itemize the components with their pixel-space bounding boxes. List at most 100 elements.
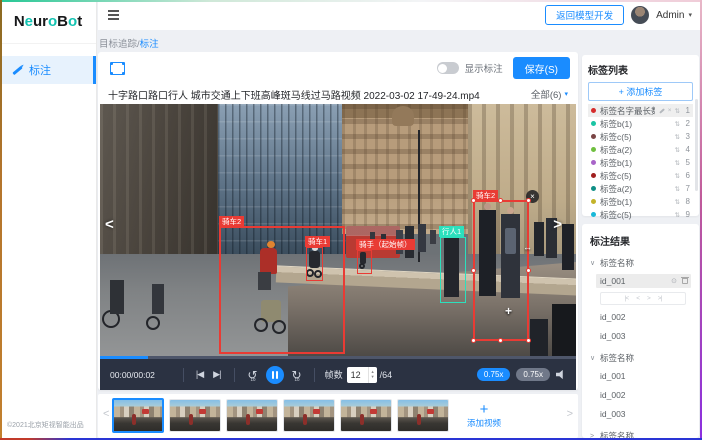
label-name: 标签a(2) <box>600 144 671 156</box>
chevron-down-icon[interactable]: ▾ <box>688 11 692 19</box>
sidebar-item-annotate[interactable]: 标注 <box>0 56 96 84</box>
resize-handle[interactable] <box>526 198 531 203</box>
annotation-box[interactable]: 骑车1 <box>306 247 323 281</box>
resize-handle[interactable] <box>526 268 531 273</box>
resize-handle[interactable] <box>526 338 531 343</box>
breadcrumb-current[interactable]: 标注 <box>140 39 159 50</box>
annotation-box-selected[interactable]: 骑车2 × + ↔ <box>473 200 529 341</box>
result-item[interactable]: id_002 <box>600 310 691 324</box>
resize-handle[interactable] <box>471 198 476 203</box>
resize-handle[interactable] <box>471 338 476 343</box>
filter-dropdown[interactable]: 全部(6) ▾ <box>531 87 568 101</box>
annotation-box-label: 行人1 <box>439 226 464 237</box>
prev-frame-button[interactable]: |◀ <box>196 369 203 380</box>
rewind-10-button[interactable]: ↺10 <box>247 369 257 381</box>
frame-number-input[interactable]: 12 ▲▼ <box>347 367 377 383</box>
sort-icon[interactable]: ⇅ <box>675 120 680 128</box>
sort-icon[interactable]: ⇅ <box>675 133 680 141</box>
sort-icon[interactable]: ⇅ <box>675 146 680 154</box>
label-list-item[interactable]: 标签a(2) ⇅ 7 <box>588 182 693 195</box>
label-list-item[interactable]: 标签名字最长数... ×⇅ 1 <box>588 104 693 117</box>
video-title-row: 十字路口路口行人 城市交通上下班高峰斑马线过马路视频 2022-03-02 17… <box>98 84 578 104</box>
back-to-model-dev-button[interactable]: 返回模型开发 <box>545 5 624 25</box>
label-list-item[interactable]: 标签c(5) ⇅ 6 <box>588 169 693 182</box>
result-group-header[interactable]: ∨ 标签名称 <box>590 352 691 364</box>
bbox-tool-icon[interactable] <box>110 62 125 75</box>
add-video-button[interactable]: + 添加视频 <box>456 398 512 434</box>
label-list-item[interactable]: 标签a(2) ⇅ 4 <box>588 143 693 156</box>
result-item[interactable]: id_001 <box>600 369 691 383</box>
prev-video-icon[interactable]: < <box>105 216 114 233</box>
scene-pedestrian <box>430 230 436 244</box>
avatar[interactable] <box>631 6 649 24</box>
video-thumbnail[interactable] <box>226 399 278 432</box>
volume-icon[interactable] <box>556 370 565 380</box>
result-item[interactable]: id_002 <box>600 388 691 402</box>
pager-first-icon[interactable]: |< <box>625 295 628 302</box>
frame-stepper[interactable]: ▲▼ <box>368 367 377 383</box>
result-item-selected[interactable]: id_001 ⊙ <box>596 274 691 288</box>
thumbs-prev-icon[interactable]: < <box>103 408 109 420</box>
scrollbar[interactable] <box>695 99 698 191</box>
divider <box>314 368 315 382</box>
user-name[interactable]: Admin <box>656 10 684 21</box>
logo-text: ur <box>33 13 48 30</box>
frame-number-value: 12 <box>347 370 368 380</box>
label-name: 标签b(1) <box>600 118 671 130</box>
locate-icon[interactable]: ⊙ <box>671 277 677 285</box>
result-item[interactable]: id_003 <box>600 329 691 343</box>
pager-last-icon[interactable]: >| <box>658 295 661 302</box>
forward-10-button[interactable]: ↻10 <box>292 369 302 381</box>
annotation-box[interactable]: 行人1 <box>440 237 466 303</box>
delete-icon[interactable]: × <box>668 107 672 114</box>
label-list-item[interactable]: 标签b(1) ⇅ 2 <box>588 117 693 130</box>
sort-icon[interactable]: ⇅ <box>675 211 680 219</box>
next-frame-button[interactable]: ▶| <box>213 369 220 380</box>
label-color-dot <box>591 121 596 126</box>
thumbs-next-icon[interactable]: > <box>567 408 573 420</box>
sort-icon[interactable]: ⇅ <box>675 107 680 115</box>
sort-icon[interactable]: ⇅ <box>675 185 680 193</box>
video-thumbnail-selected[interactable] <box>112 398 164 433</box>
label-order: 2 <box>684 119 690 128</box>
video-thumbnail[interactable] <box>397 399 449 432</box>
label-list-item[interactable]: 标签b(1) ⇅ 5 <box>588 156 693 169</box>
show-annotation-toggle[interactable] <box>437 62 459 74</box>
speed-button-primary[interactable]: 0.75x <box>477 368 511 381</box>
divider <box>234 368 235 382</box>
step-down-icon[interactable]: ▼ <box>371 375 375 380</box>
save-button[interactable]: 保存(S) <box>513 57 570 79</box>
label-list-item[interactable]: 标签b(1) ⇅ 8 <box>588 195 693 208</box>
video-canvas[interactable]: < > 骑车2 骑车1 骑手（起始帧） 行人1 骑车2 <box>100 104 576 356</box>
scene-stone-building <box>100 104 228 272</box>
menu-collapse-icon[interactable] <box>105 7 122 23</box>
resize-handle[interactable] <box>498 338 503 343</box>
result-item[interactable]: id_003 <box>600 407 691 421</box>
add-label-button[interactable]: + 添加标签 <box>588 82 693 101</box>
pause-button[interactable] <box>266 366 284 384</box>
next-video-icon[interactable]: > <box>553 216 562 233</box>
annotation-box[interactable]: 骑手（起始帧） <box>357 250 372 274</box>
resize-handle[interactable] <box>471 268 476 273</box>
video-thumbnail[interactable] <box>283 399 335 432</box>
labels-panel-title: 标签列表 <box>588 62 693 77</box>
app-logo: NeuroBot <box>0 0 96 44</box>
add-video-label: 添加视频 <box>467 417 501 429</box>
label-list-item[interactable]: 标签c(5) ⇅ 3 <box>588 130 693 143</box>
resize-handle[interactable] <box>498 198 503 203</box>
edit-icon[interactable] <box>659 108 665 113</box>
result-group-header[interactable]: ∨ 标签名称 <box>590 257 691 269</box>
sort-icon[interactable]: ⇅ <box>675 198 680 206</box>
video-thumbnail[interactable] <box>169 399 221 432</box>
delete-icon[interactable] <box>682 278 688 284</box>
frame-count-label: 帧数 <box>325 368 343 381</box>
sort-icon[interactable]: ⇅ <box>675 159 680 167</box>
video-thumbnail[interactable] <box>340 399 392 432</box>
pager-prev-icon[interactable]: < <box>636 295 639 302</box>
breadcrumb-root[interactable]: 目标追踪 <box>99 39 137 50</box>
pager-next-icon[interactable]: > <box>647 295 650 302</box>
label-list-item[interactable]: 标签c(5) ⇅ 9 <box>588 208 693 221</box>
result-group-header[interactable]: > 标签名称 <box>590 430 691 440</box>
speed-button-secondary[interactable]: 0.75x <box>516 368 550 381</box>
sort-icon[interactable]: ⇅ <box>675 172 680 180</box>
